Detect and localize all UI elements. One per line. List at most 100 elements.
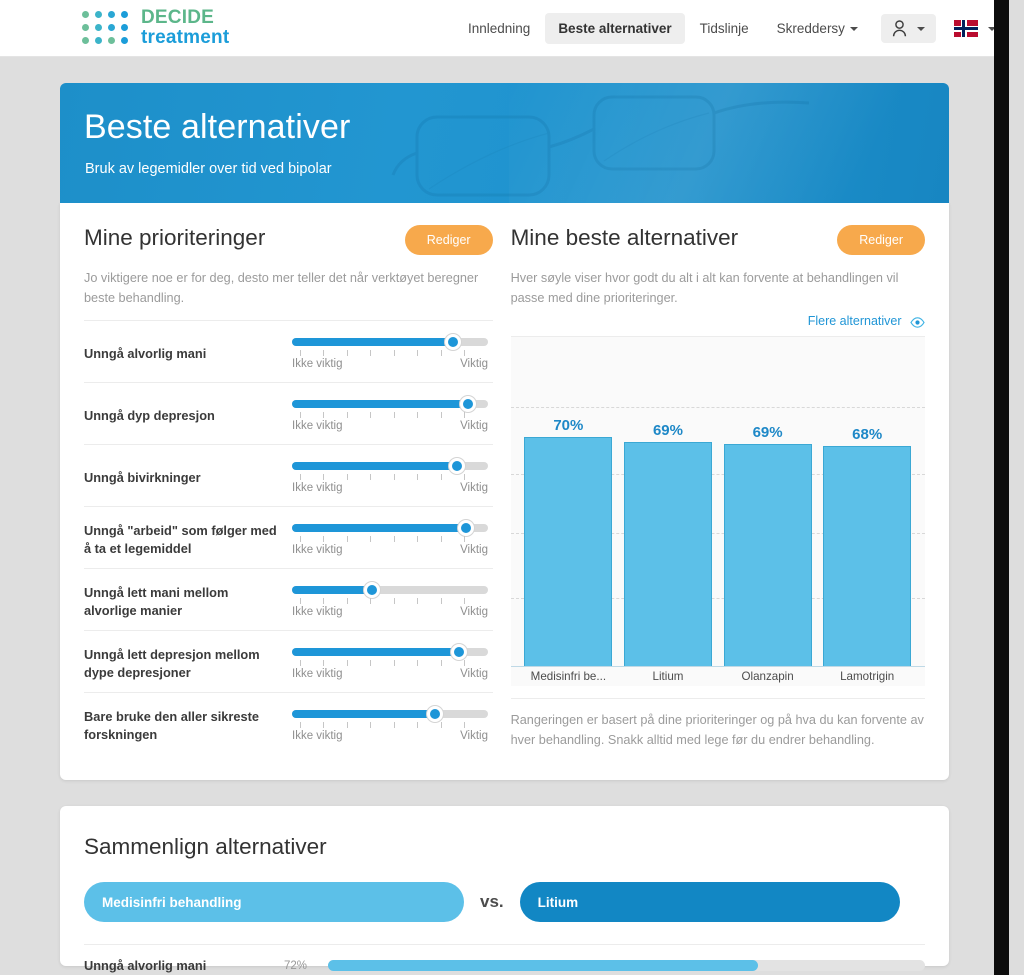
slider-ticks <box>292 596 488 605</box>
priorities-header: Mine prioriteringer Rediger <box>84 225 493 261</box>
chart-bar-column[interactable]: 69% <box>623 337 712 668</box>
language-menu-button[interactable] <box>950 14 1000 43</box>
chart-bar-column[interactable]: 70% <box>524 337 613 668</box>
slider-fill <box>292 586 373 595</box>
slider-scale: Ikke viktig Viktig <box>292 606 488 618</box>
slider-ticks <box>292 348 488 357</box>
chevron-down-icon <box>849 27 858 31</box>
priority-slider[interactable]: Ikke viktig Viktig <box>292 644 492 680</box>
chart-bar[interactable] <box>823 446 912 668</box>
chart-bar-value: 69% <box>752 424 783 442</box>
edit-best-options-button[interactable]: Rediger <box>837 225 925 255</box>
eye-icon <box>910 317 925 329</box>
best-options-panel: Mine beste alternativer Rediger Hver søy… <box>510 225 925 754</box>
slider-max-label: Viktig <box>460 544 488 557</box>
slider-track[interactable] <box>292 520 488 537</box>
slider-max-label: Viktig <box>460 606 488 619</box>
slider-scale: Ikke viktig Viktig <box>292 358 488 370</box>
best-options-header: Mine beste alternativer Rediger <box>511 225 925 261</box>
page-scrollbar[interactable] <box>994 0 1009 975</box>
compare-vs-label: vs. <box>480 892 504 912</box>
priority-slider[interactable]: Ikke viktig Viktig <box>292 396 492 432</box>
slider-track[interactable] <box>292 334 488 351</box>
chart-bar-column[interactable]: 68% <box>823 337 912 668</box>
slider-ticks <box>292 410 488 419</box>
priority-slider[interactable]: Ikke viktig Viktig <box>292 706 492 742</box>
edit-priorities-button[interactable]: Rediger <box>404 225 493 255</box>
compare-criterion-bar <box>328 960 925 972</box>
nav-item-tidslinje[interactable]: Tidslinje <box>687 13 762 44</box>
user-menu-button[interactable] <box>880 14 936 43</box>
chart-bars: 70% 69% 69% 68% <box>511 337 925 668</box>
priority-row: Unngå "arbeid" som følger med å ta et le… <box>84 506 493 568</box>
slider-scale: Ikke viktig Viktig <box>292 482 488 494</box>
logo-dots-icon <box>82 10 130 46</box>
chart-category-label: Olanzapin <box>741 669 794 683</box>
more-options-link[interactable]: Flere alternativer <box>511 314 925 328</box>
chart-bar-value: 69% <box>652 422 683 440</box>
compare-title: Sammenlign alternativer <box>84 834 327 860</box>
priorities-list: Unngå alvorlig mani Ikke viktig Viktig U… <box>84 320 493 754</box>
best-options-description: Hver søyle viser hvor godt du alt i alt … <box>510 271 899 305</box>
priorities-title: Mine prioriteringer <box>84 225 266 250</box>
compare-criterion-percent: 72% <box>284 959 308 972</box>
slider-scale: Ikke viktig Viktig <box>292 420 488 432</box>
page-title: Beste alternativer <box>84 108 351 146</box>
slider-scale: Ikke viktig Viktig <box>292 544 488 556</box>
chevron-down-icon <box>916 26 925 31</box>
slider-max-label: Viktig <box>460 358 488 371</box>
priorities-description: Jo viktigere noe er for deg, desto mer t… <box>84 271 479 305</box>
slider-scale: Ikke viktig Viktig <box>292 668 488 680</box>
slider-min-label: Ikke viktig <box>292 730 343 743</box>
nav-item-innledning[interactable]: Innledning <box>455 13 543 44</box>
priority-row: Bare bruke den aller sikreste forskninge… <box>84 692 493 754</box>
compare-selector-row: Medisinfri behandling vs. Litium <box>84 882 925 923</box>
chart-bar[interactable] <box>524 437 613 668</box>
slider-track[interactable] <box>292 396 488 413</box>
browser-viewport: DECIDE treatment Innledning Beste altern… <box>0 0 1009 975</box>
priority-label: Unngå "arbeid" som følger med å ta et le… <box>84 522 277 557</box>
top-navbar: DECIDE treatment Innledning Beste altern… <box>0 0 1009 57</box>
chart-plot-area: 70% 69% 69% 68% <box>510 337 925 668</box>
chart-bar[interactable] <box>623 442 712 668</box>
compare-options-card: Sammenlign alternativer Medisinfri behan… <box>60 806 949 973</box>
priority-label: Bare bruke den aller sikreste forskninge… <box>84 708 259 743</box>
slider-track[interactable] <box>292 644 488 661</box>
slider-track[interactable] <box>292 458 488 475</box>
norway-flag-icon <box>953 20 978 37</box>
priority-label: Unngå lett mani mellom alvorlige manier <box>84 584 229 619</box>
chart-category-label: Litium <box>652 669 684 683</box>
brand-logo[interactable]: DECIDE treatment <box>82 8 229 47</box>
priority-slider[interactable]: Ikke viktig Viktig <box>292 334 492 370</box>
hero-sheen <box>509 83 949 203</box>
slider-max-label: Viktig <box>460 482 488 495</box>
best-options-note: Rangeringen er basert på dine prioriteri… <box>510 698 925 750</box>
slider-track[interactable] <box>292 582 488 599</box>
compare-option-a[interactable]: Medisinfri behandling <box>84 882 464 923</box>
best-options-chart: 70% 69% 69% 68% Medisinfri be... Litium … <box>510 336 925 687</box>
slider-ticks <box>292 472 488 481</box>
slider-ticks <box>292 720 488 729</box>
nav-item-skreddersy[interactable]: Skreddersy <box>764 13 871 44</box>
slider-max-label: Viktig <box>460 668 488 681</box>
slider-fill <box>292 338 453 347</box>
chart-bar-column[interactable]: 69% <box>723 337 812 668</box>
slider-track[interactable] <box>292 706 488 723</box>
priority-slider[interactable]: Ikke viktig Viktig <box>292 520 492 556</box>
slider-fill <box>292 462 457 471</box>
chart-bar[interactable] <box>723 444 812 668</box>
nav-item-beste-alternativer[interactable]: Beste alternativer <box>545 13 685 44</box>
slider-min-label: Ikke viktig <box>292 420 343 433</box>
nav-links: Innledning Beste alternativer Tidslinje … <box>455 0 1000 57</box>
priority-label: Unngå bivirkninger <box>84 470 201 486</box>
priority-row: Unngå dyp depresjon Ikke viktig Viktig <box>84 382 493 444</box>
slider-min-label: Ikke viktig <box>292 668 343 681</box>
priority-slider[interactable]: Ikke viktig Viktig <box>292 582 492 618</box>
logo-text-treatment: treatment <box>141 27 230 48</box>
slider-ticks <box>292 658 488 667</box>
compare-option-b[interactable]: Litium <box>519 882 900 923</box>
priority-label: Unngå alvorlig mani <box>84 346 207 362</box>
priority-slider[interactable]: Ikke viktig Viktig <box>292 458 492 494</box>
slider-scale: Ikke viktig Viktig <box>292 730 488 742</box>
slider-fill <box>292 710 436 719</box>
